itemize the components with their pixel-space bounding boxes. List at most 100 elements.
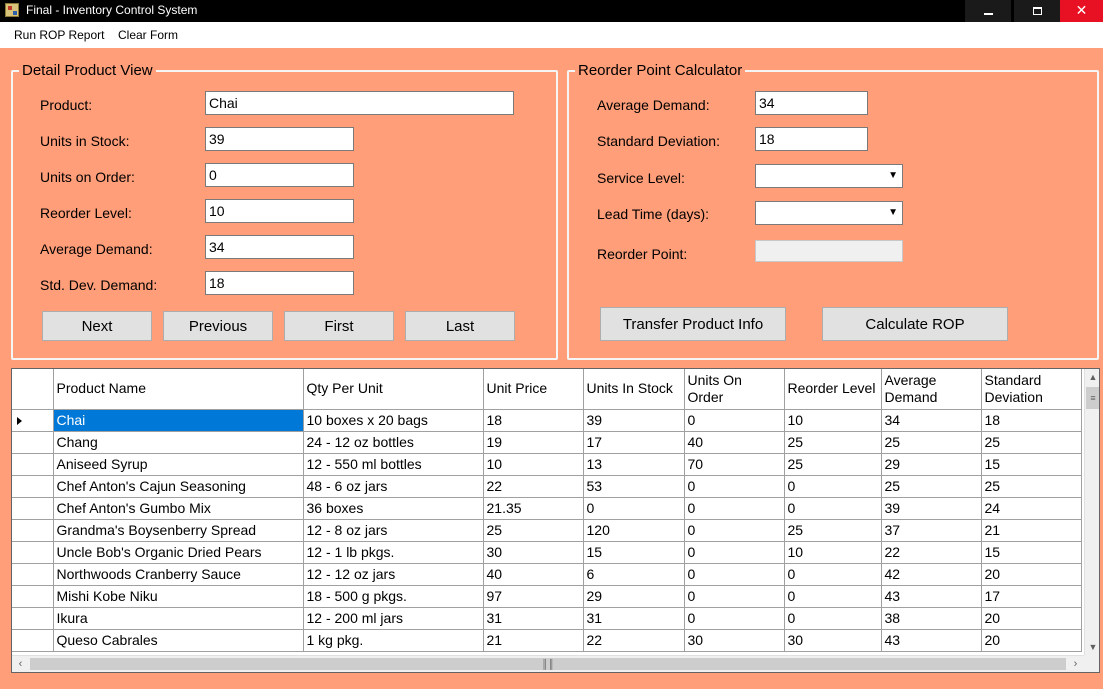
table-cell[interactable]: 40 xyxy=(684,431,785,454)
table-cell[interactable]: 22 xyxy=(483,475,584,498)
products-grid[interactable]: Product Name Qty Per Unit Unit Price Uni… xyxy=(11,368,1100,673)
column-header[interactable]: Reorder Level xyxy=(784,369,882,410)
table-cell[interactable]: Chef Anton's Gumbo Mix xyxy=(53,497,304,520)
table-cell[interactable]: Queso Cabrales xyxy=(53,629,304,652)
table-cell[interactable]: 25 xyxy=(981,475,1082,498)
table-cell[interactable]: 0 xyxy=(784,585,882,608)
table-cell[interactable]: 34 xyxy=(881,409,982,432)
table-cell[interactable]: 31 xyxy=(483,607,584,630)
vertical-scroll-thumb[interactable]: ≡ xyxy=(1086,387,1099,409)
row-header[interactable] xyxy=(12,431,54,454)
table-cell[interactable]: 29 xyxy=(881,453,982,476)
table-cell[interactable]: Chef Anton's Cajun Seasoning xyxy=(53,475,304,498)
table-cell[interactable]: 21 xyxy=(981,519,1082,542)
vertical-scrollbar[interactable]: ▲ ≡ ▼ xyxy=(1084,369,1099,655)
table-cell[interactable]: 25 xyxy=(483,519,584,542)
table-cell[interactable]: 38 xyxy=(881,607,982,630)
table-cell[interactable]: 22 xyxy=(881,541,982,564)
rop-average-demand-field[interactable] xyxy=(755,91,868,115)
table-cell[interactable]: 6 xyxy=(583,563,685,586)
table-row[interactable]: Chef Anton's Cajun Seasoning 48 - 6 oz ja… xyxy=(12,475,1082,498)
table-cell[interactable]: 25 xyxy=(981,431,1082,454)
table-cell[interactable]: 0 xyxy=(684,519,785,542)
table-cell[interactable]: 97 xyxy=(483,585,584,608)
table-cell[interactable]: 25 xyxy=(881,475,982,498)
table-cell[interactable]: 37 xyxy=(881,519,982,542)
row-header[interactable] xyxy=(12,563,54,586)
table-cell[interactable]: 17 xyxy=(981,585,1082,608)
table-cell[interactable]: 120 xyxy=(583,519,685,542)
table-cell[interactable]: 0 xyxy=(684,541,785,564)
table-cell[interactable]: Chang xyxy=(53,431,304,454)
table-cell[interactable]: Uncle Bob's Organic Dried Pears xyxy=(53,541,304,564)
table-cell[interactable]: 12 - 8 oz jars xyxy=(303,519,484,542)
rop-std-dev-field[interactable] xyxy=(755,127,868,151)
table-cell[interactable]: 10 xyxy=(483,453,584,476)
scroll-left-icon[interactable]: ‹ xyxy=(12,656,29,672)
row-header[interactable] xyxy=(12,585,54,608)
table-cell[interactable]: 13 xyxy=(583,453,685,476)
table-cell[interactable]: 43 xyxy=(881,629,982,652)
table-cell[interactable]: 0 xyxy=(684,563,785,586)
table-cell[interactable]: 40 xyxy=(483,563,584,586)
table-cell[interactable]: 20 xyxy=(981,607,1082,630)
table-cell[interactable]: 15 xyxy=(981,453,1082,476)
table-cell[interactable]: Ikura xyxy=(53,607,304,630)
column-header[interactable]: Units On Order xyxy=(684,369,785,410)
table-row[interactable]: Chang 24 - 12 oz bottles 19 17 40 25 25 25 xyxy=(12,431,1082,454)
column-header[interactable]: Product Name xyxy=(53,369,304,410)
table-cell[interactable]: 10 xyxy=(784,541,882,564)
last-button[interactable]: Last xyxy=(405,311,515,341)
table-cell[interactable]: 30 xyxy=(784,629,882,652)
table-cell[interactable]: 25 xyxy=(784,519,882,542)
table-cell[interactable]: 21.35 xyxy=(483,497,584,520)
table-cell[interactable]: 39 xyxy=(583,409,685,432)
table-cell[interactable]: 18 xyxy=(483,409,584,432)
table-cell[interactable]: 0 xyxy=(784,497,882,520)
table-row[interactable]: Chef Anton's Gumbo Mix 36 boxes 21.35 0 0 0 39… xyxy=(12,497,1082,520)
table-cell[interactable]: 12 - 550 ml bottles xyxy=(303,453,484,476)
table-cell[interactable]: 0 xyxy=(684,607,785,630)
table-row[interactable]: Uncle Bob's Organic Dried Pears 12 - 1 lb… xyxy=(12,541,1082,564)
table-cell[interactable]: 42 xyxy=(881,563,982,586)
first-button[interactable]: First xyxy=(284,311,394,341)
table-cell[interactable]: 25 xyxy=(881,431,982,454)
table-cell[interactable]: 20 xyxy=(981,629,1082,652)
table-cell[interactable]: 18 xyxy=(981,409,1082,432)
table-cell[interactable]: Northwoods Cranberry Sauce xyxy=(53,563,304,586)
service-level-select[interactable]: ▼ xyxy=(755,164,903,188)
table-row[interactable]: Northwoods Cranberry Sauce 12 - 12 oz jar… xyxy=(12,563,1082,586)
column-header[interactable]: Unit Price xyxy=(483,369,584,410)
table-cell[interactable]: 36 boxes xyxy=(303,497,484,520)
column-header[interactable]: Units In Stock xyxy=(583,369,685,410)
table-cell[interactable]: 10 xyxy=(784,409,882,432)
reorder-level-field[interactable] xyxy=(205,199,354,223)
scroll-down-icon[interactable]: ▼ xyxy=(1085,639,1099,655)
table-cell[interactable]: 0 xyxy=(784,607,882,630)
product-field[interactable] xyxy=(205,91,514,115)
menu-run-rop-report[interactable]: Run ROP Report xyxy=(14,28,105,42)
row-header[interactable] xyxy=(12,541,54,564)
table-cell[interactable]: 24 xyxy=(981,497,1082,520)
table-cell[interactable]: 48 - 6 oz jars xyxy=(303,475,484,498)
horizontal-scroll-thumb[interactable]: ║║ xyxy=(30,658,1066,670)
next-button[interactable]: Next xyxy=(42,311,152,341)
table-cell[interactable]: 24 - 12 oz bottles xyxy=(303,431,484,454)
row-header[interactable] xyxy=(12,629,54,652)
table-cell[interactable]: 18 - 500 g pkgs. xyxy=(303,585,484,608)
std-dev-demand-field[interactable] xyxy=(205,271,354,295)
table-cell[interactable]: 29 xyxy=(583,585,685,608)
row-header[interactable] xyxy=(12,409,54,432)
table-cell[interactable]: 43 xyxy=(881,585,982,608)
row-header[interactable] xyxy=(12,453,54,476)
grid-corner-header[interactable] xyxy=(12,369,54,410)
table-cell[interactable]: Chai xyxy=(53,409,304,432)
table-cell[interactable]: 39 xyxy=(881,497,982,520)
table-cell[interactable]: 12 - 12 oz jars xyxy=(303,563,484,586)
table-cell[interactable]: 19 xyxy=(483,431,584,454)
scroll-right-icon[interactable]: › xyxy=(1067,656,1084,672)
table-cell[interactable]: 21 xyxy=(483,629,584,652)
units-on-order-field[interactable] xyxy=(205,163,354,187)
average-demand-field[interactable] xyxy=(205,235,354,259)
calculate-rop-button[interactable]: Calculate ROP xyxy=(822,307,1008,341)
